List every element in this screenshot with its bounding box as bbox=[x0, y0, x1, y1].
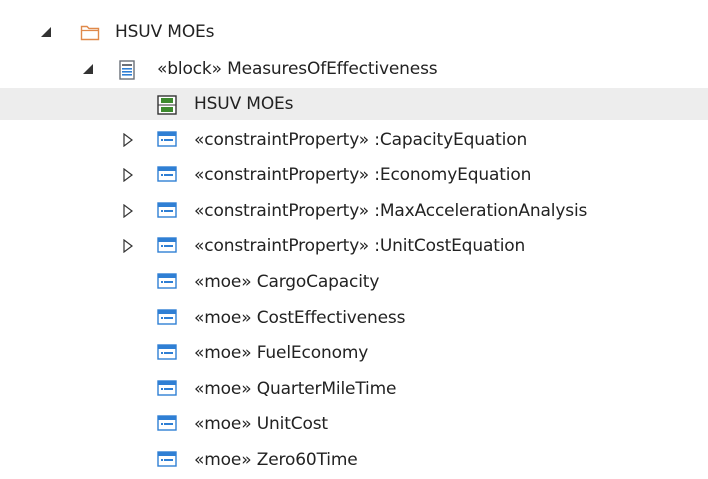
tree-node-diagram[interactable]: HSUV MOEs bbox=[0, 88, 708, 120]
tree-node-constraint-property[interactable]: «constraintProperty» :UnitCostEquation bbox=[0, 230, 708, 262]
tree-node-constraint-property[interactable]: «constraintProperty» :CapacityEquation bbox=[0, 124, 708, 156]
expand-arrow-icon[interactable] bbox=[120, 195, 136, 227]
collapse-arrow-icon[interactable] bbox=[38, 16, 54, 48]
tree-node-moe[interactable]: «moe» UnitCost bbox=[0, 408, 708, 440]
property-icon bbox=[157, 166, 177, 184]
tree-node-label: «moe» Zero60Time bbox=[194, 450, 358, 470]
tree-node-block[interactable]: «block» MeasuresOfEffectiveness bbox=[0, 53, 708, 85]
tree-node-moe[interactable]: «moe» FuelEconomy bbox=[0, 337, 708, 369]
tree-node-root-package[interactable]: HSUV MOEs bbox=[0, 16, 708, 48]
tree-node-label: «moe» CargoCapacity bbox=[194, 272, 380, 292]
tree-node-label: «constraintProperty» :CapacityEquation bbox=[194, 130, 528, 150]
expand-arrow-icon[interactable] bbox=[120, 230, 136, 262]
tree-node-label: HSUV MOEs bbox=[194, 94, 294, 114]
tree-node-constraint-property[interactable]: «constraintProperty» :EconomyEquation bbox=[0, 159, 708, 191]
tree-node-moe[interactable]: «moe» Zero60Time bbox=[0, 444, 708, 476]
property-icon bbox=[157, 237, 177, 255]
tree-node-label: «moe» QuarterMileTime bbox=[194, 379, 397, 399]
tree-node-label: «moe» CostEffectiveness bbox=[194, 308, 406, 328]
property-icon bbox=[157, 380, 177, 398]
folder-icon bbox=[80, 23, 100, 41]
tree-node-constraint-property[interactable]: «constraintProperty» :MaxAccelerationAna… bbox=[0, 195, 708, 227]
tree-node-label: «block» MeasuresOfEffectiveness bbox=[157, 59, 438, 79]
tree-node-label: «constraintProperty» :EconomyEquation bbox=[194, 165, 532, 185]
property-icon bbox=[157, 451, 177, 469]
property-icon bbox=[157, 309, 177, 327]
tree-node-label: HSUV MOEs bbox=[115, 22, 215, 42]
expand-arrow-icon[interactable] bbox=[120, 124, 136, 156]
property-icon bbox=[157, 273, 177, 291]
property-icon bbox=[157, 344, 177, 362]
tree-node-moe[interactable]: «moe» CargoCapacity bbox=[0, 266, 708, 298]
property-icon bbox=[157, 202, 177, 220]
collapse-arrow-icon[interactable] bbox=[80, 53, 96, 85]
tree-node-label: «moe» UnitCost bbox=[194, 414, 328, 434]
property-icon bbox=[157, 415, 177, 433]
tree-node-label: «constraintProperty» :MaxAccelerationAna… bbox=[194, 201, 588, 221]
diagram-icon bbox=[157, 95, 177, 115]
tree-node-moe[interactable]: «moe» QuarterMileTime bbox=[0, 373, 708, 405]
tree-node-label: «moe» FuelEconomy bbox=[194, 343, 369, 363]
project-browser-tree: HSUV MOEs «block» MeasuresOfEffectivenes… bbox=[0, 0, 708, 479]
expand-arrow-icon[interactable] bbox=[120, 159, 136, 191]
property-icon bbox=[157, 131, 177, 149]
tree-node-label: «constraintProperty» :UnitCostEquation bbox=[194, 236, 526, 256]
tree-node-moe[interactable]: «moe» CostEffectiveness bbox=[0, 302, 708, 334]
block-icon bbox=[119, 60, 137, 80]
